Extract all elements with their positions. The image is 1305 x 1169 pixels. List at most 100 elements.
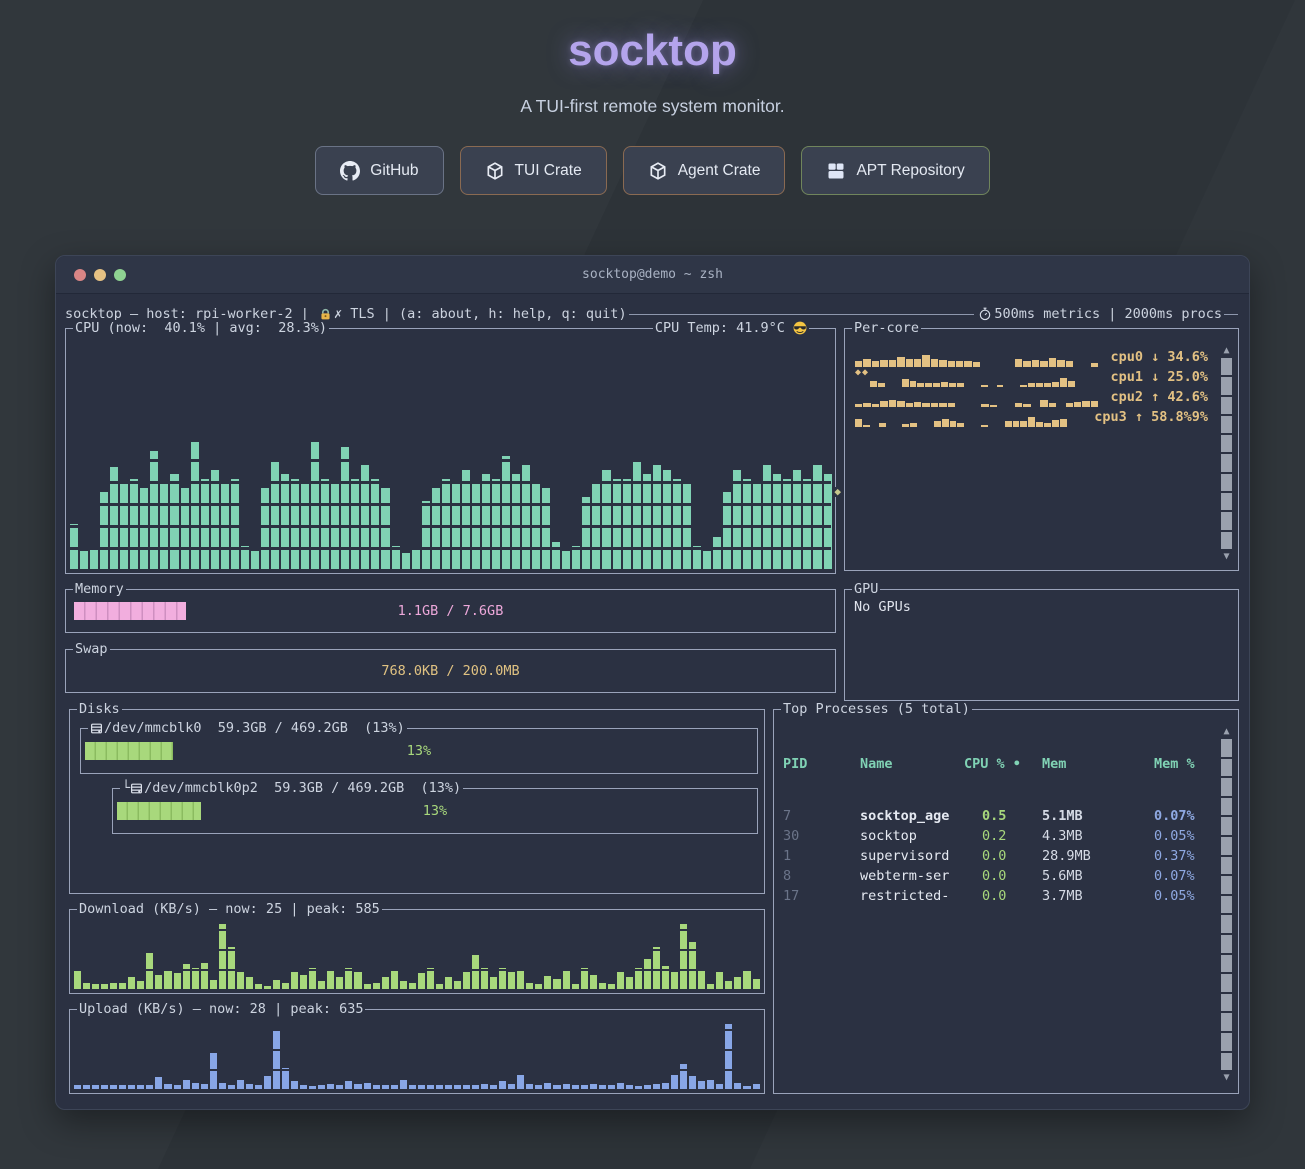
cpu-history-chart [70,343,831,569]
terminal-title: socktop@demo ~ zsh [582,267,723,282]
apt-repository-button-label: APT Repository [856,162,964,180]
gpu-panel: GPU No GPUs [844,589,1239,701]
percore-scrollbar[interactable]: ▲ ▼ [1220,345,1233,562]
package-icon [485,161,505,181]
terminal-window: socktop@demo ~ zsh socktop — host: rpi-w… [55,255,1250,1110]
upload-chart-cell-grid [74,1024,760,1089]
lock-icon [319,308,332,321]
processes-table-header[interactable]: PID Name CPU % • Mem Mem % [783,754,1212,774]
process-row[interactable]: 7socktop_age0.55.1MB0.07% [783,806,1212,826]
processes-table-rows: 7socktop_age0.55.1MB0.07%30socktop0.24.3… [783,806,1212,906]
process-row[interactable]: 30socktop0.24.3MB0.05% [783,826,1212,846]
cpu1-diamond-markers: ◆◆ [855,367,869,378]
cpu-panel-title: CPU (now: 40.1% | avg: 28.3%) [73,320,329,336]
disk-mmcblk0p2-title: └/dev/mmcblk0p2 59.3GB / 469.2GB (13%) [120,780,463,796]
cpu1-label: cpu1 ↓ 25.0% [1110,367,1208,387]
percore-panel: Per-core cpu0 ↓ 34.6% ◆◆ cpu1 ↓ 25.0% cp… [844,328,1239,571]
package-icon [648,161,668,181]
process-row[interactable]: 17restricted-0.03.7MB0.05% [783,886,1212,906]
tui-crate-button-label: TUI Crate [515,162,582,180]
percore-row-cpu0: cpu0 ↓ 34.6% [855,347,1208,367]
tui-crate-button[interactable]: TUI Crate [460,146,607,195]
github-button[interactable]: GitHub [315,146,443,195]
percore-row-cpu2: cpu2 ↑ 42.6% [855,387,1208,407]
hero-buttons: GitHub TUI Crate Agent Crate APT Reposit… [0,146,1305,195]
page-subtitle: A TUI-first remote system monitor. [0,96,1305,117]
swap-usage-label: 768.0KB / 200.0MB [66,663,835,679]
memory-usage-label: 1.1GB / 7.6GB [66,603,835,619]
upload-chart [74,1024,760,1089]
sunglasses-emoji-icon [793,321,807,335]
minimize-window-icon[interactable] [94,269,106,281]
terminal-body: socktop — host: rpi-worker-2 | ✗ TLS | (… [56,294,1249,1110]
cpu1-sparkline [870,367,1106,387]
scroll-down-icon[interactable]: ▼ [1223,551,1229,562]
scroll-up-icon[interactable]: ▲ [1223,345,1229,356]
apt-repository-button[interactable]: APT Repository [801,146,989,195]
cpu0-sparkline [855,347,1106,367]
scroll-up-icon[interactable]: ▲ [1223,726,1229,737]
download-chart [74,924,760,989]
disk-mmcblk0-panel: /dev/mmcblk0 59.3GB / 469.2GB (13%) 13% [80,728,758,774]
col-cpu: CPU % • [964,754,1042,774]
percore-row-cpu1: ◆◆ cpu1 ↓ 25.0% [855,367,1208,387]
upload-panel: Upload (KB/s) — now: 28 | peak: 635 [69,1009,765,1094]
col-pid: PID [783,754,860,774]
status-end-line [1224,314,1238,315]
stopwatch-icon [978,307,992,321]
disks-panel-title: Disks [77,701,122,717]
memory-panel-title: Memory [73,581,126,597]
disk-mmcblk0-percent-label: 13% [81,743,757,759]
processes-panel-title: Top Processes (5 total) [781,701,972,717]
status-keys: | (a: about, h: help, q: quit) [375,306,627,322]
percore-row-cpu3: cpu3 ↑ 58.8%9% [855,407,1208,427]
disk-mmcblk0-title: /dev/mmcblk0 59.3GB / 469.2GB (13%) [88,720,407,736]
process-row[interactable]: 8webterm-ser0.05.6MB0.07% [783,866,1212,886]
percore-panel-title: Per-core [852,320,921,336]
terminal-titlebar: socktop@demo ~ zsh [56,256,1249,294]
agent-crate-button[interactable]: Agent Crate [623,146,786,195]
disk-mmcblk0p2-percent-label: 13% [113,803,757,819]
process-row[interactable]: 1supervisord0.028.9MB0.37% [783,846,1212,866]
status-tls: ✗ TLS [334,306,375,322]
percore-rows: cpu0 ↓ 34.6% ◆◆ cpu1 ↓ 25.0% cpu2 ↑ 42.6… [855,347,1208,427]
processes-panel: Top Processes (5 total) PID Name CPU % •… [773,709,1239,1094]
processes-scrollbar-track[interactable] [1221,739,1232,1070]
cpu2-label: cpu2 ↑ 42.6% [1110,387,1208,407]
cpu-panel-edge-marker: ◆ [834,487,841,497]
percore-scrollbar-track[interactable] [1221,358,1232,549]
agent-crate-button-label: Agent Crate [678,162,761,180]
download-panel-title: Download (KB/s) — now: 25 | peak: 585 [77,901,382,917]
archive-icon [826,161,846,181]
col-mem: Mem [1042,754,1154,774]
processes-scrollbar[interactable]: ▲ ▼ [1220,726,1233,1083]
close-window-icon[interactable] [74,269,86,281]
cpu0-label: cpu0 ↓ 34.6% [1110,347,1208,367]
gpu-panel-title: GPU [852,581,880,597]
col-name: Name [860,754,964,774]
cpu-temp-label: CPU Temp: 41.9°C [653,320,809,336]
swap-panel-title: Swap [73,641,110,657]
scroll-down-icon[interactable]: ▼ [1223,1072,1229,1083]
cpu3-label: cpu3 ↑ 58.8%9% [1094,407,1208,427]
cpu3-sparkline [855,407,1090,427]
swap-panel: Swap 768.0KB / 200.0MB [65,649,836,693]
cpu2-sparkline [855,387,1106,407]
github-button-label: GitHub [370,162,418,180]
memory-panel: Memory 1.1GB / 7.6GB [65,589,836,633]
maximize-window-icon[interactable] [114,269,126,281]
disk-mmcblk0p2-panel: └/dev/mmcblk0p2 59.3GB / 469.2GB (13%) 1… [112,788,758,834]
disks-panel: Disks /dev/mmcblk0 59.3GB / 469.2GB (13%… [69,709,765,894]
gpu-status-text: No GPUs [854,599,911,615]
status-divider-line [629,314,975,315]
github-icon [340,161,360,181]
download-panel: Download (KB/s) — now: 25 | peak: 585 [69,909,765,994]
hard-disk-icon [130,782,143,795]
tree-branch-glyph: └ [122,780,130,796]
page-title: socktop [0,26,1305,76]
hard-disk-icon [90,722,103,735]
col-memp: Mem % [1154,754,1212,774]
upload-panel-title: Upload (KB/s) — now: 28 | peak: 635 [77,1001,365,1017]
processes-table: PID Name CPU % • Mem Mem % 7socktop_age0… [783,722,1212,938]
status-intervals: 500ms metrics | 2000ms procs [994,306,1222,322]
